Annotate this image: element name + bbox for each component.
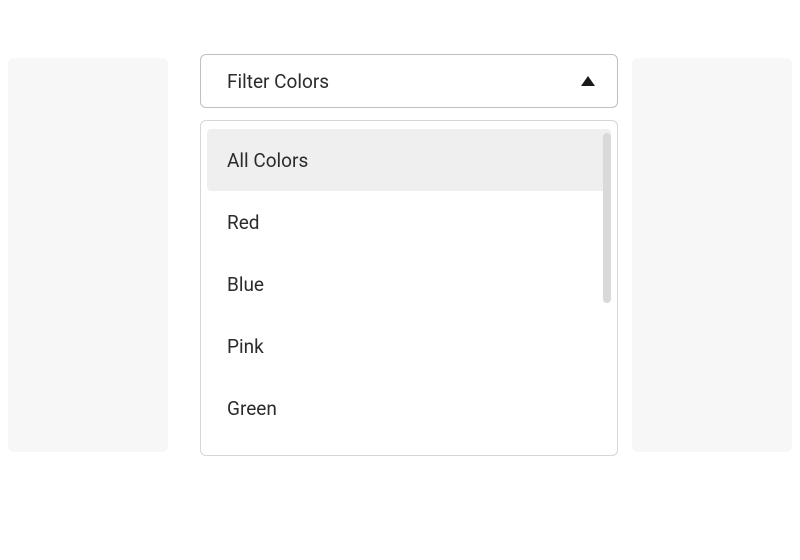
option-label: Red: [227, 211, 260, 234]
option-red[interactable]: Red: [207, 191, 611, 253]
option-all-colors[interactable]: All Colors: [207, 129, 611, 191]
option-label: All Colors: [227, 149, 308, 172]
option-label: Green: [227, 397, 277, 420]
scrollbar[interactable]: [603, 133, 611, 303]
options-list: All Colors Red Blue Pink Green Yellow: [207, 129, 611, 447]
option-green[interactable]: Green: [207, 377, 611, 439]
option-yellow[interactable]: Yellow: [207, 439, 611, 447]
dropdown-trigger[interactable]: Filter Colors: [200, 54, 618, 108]
filter-colors-dropdown: Filter Colors All Colors Red Blue Pink G…: [200, 54, 618, 456]
background-panel-right: [632, 58, 792, 452]
dropdown-label: Filter Colors: [227, 70, 329, 93]
background-panel-left: [8, 58, 168, 452]
chevron-up-icon: [581, 76, 595, 86]
option-label: Pink: [227, 335, 264, 358]
option-label: Blue: [227, 273, 264, 296]
dropdown-panel: All Colors Red Blue Pink Green Yellow: [200, 120, 618, 456]
option-blue[interactable]: Blue: [207, 253, 611, 315]
option-pink[interactable]: Pink: [207, 315, 611, 377]
